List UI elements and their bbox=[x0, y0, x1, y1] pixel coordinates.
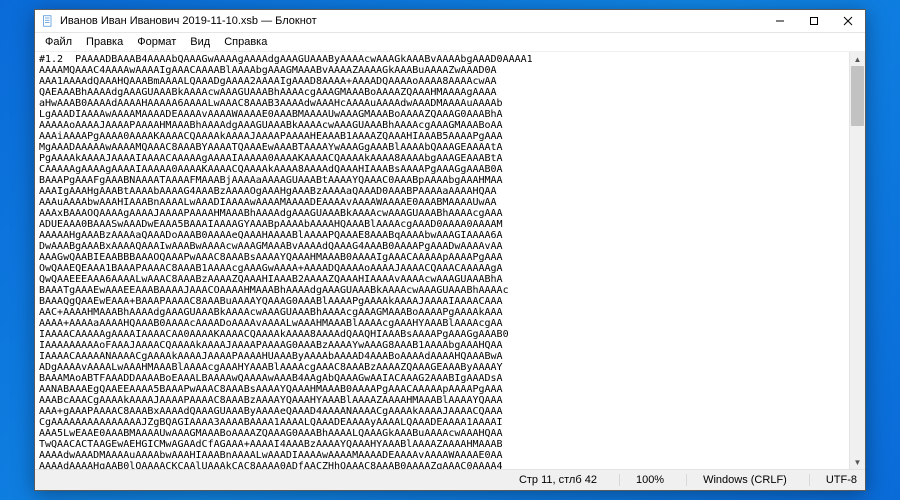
close-button[interactable] bbox=[831, 10, 865, 32]
menu-file[interactable]: Файл bbox=[39, 35, 78, 49]
menu-edit[interactable]: Правка bbox=[80, 35, 129, 49]
text-area[interactable]: #1.2 PAAAADBAAAB4AAAAbQAAAGwAAAAgAAAAdgA… bbox=[35, 52, 849, 469]
window-title: Иванов Иван Иванович 2019-11-10.xsb — Бл… bbox=[60, 15, 763, 27]
statusbar: Стр 11, стлб 42 100% Windows (CRLF) UTF-… bbox=[35, 469, 865, 490]
vertical-scrollbar[interactable]: ▲ ▼ bbox=[849, 52, 865, 469]
status-line-ending: Windows (CRLF) bbox=[686, 474, 787, 486]
maximize-button[interactable] bbox=[797, 10, 831, 32]
menu-help[interactable]: Справка bbox=[218, 35, 273, 49]
scroll-down-arrow[interactable]: ▼ bbox=[850, 455, 865, 469]
scroll-thumb[interactable] bbox=[851, 66, 864, 126]
menu-view[interactable]: Вид bbox=[184, 35, 216, 49]
notepad-window: Иванов Иван Иванович 2019-11-10.xsb — Бл… bbox=[34, 9, 866, 491]
status-encoding: UTF-8 bbox=[809, 474, 857, 486]
scroll-up-arrow[interactable]: ▲ bbox=[850, 52, 865, 66]
menu-format[interactable]: Формат bbox=[131, 35, 182, 49]
app-icon bbox=[41, 14, 55, 28]
titlebar[interactable]: Иванов Иван Иванович 2019-11-10.xsb — Бл… bbox=[35, 10, 865, 33]
minimize-button[interactable] bbox=[763, 10, 797, 32]
status-position: Стр 11, стлб 42 bbox=[503, 474, 597, 486]
status-zoom: 100% bbox=[619, 474, 664, 486]
menubar: Файл Правка Формат Вид Справка bbox=[35, 33, 865, 52]
